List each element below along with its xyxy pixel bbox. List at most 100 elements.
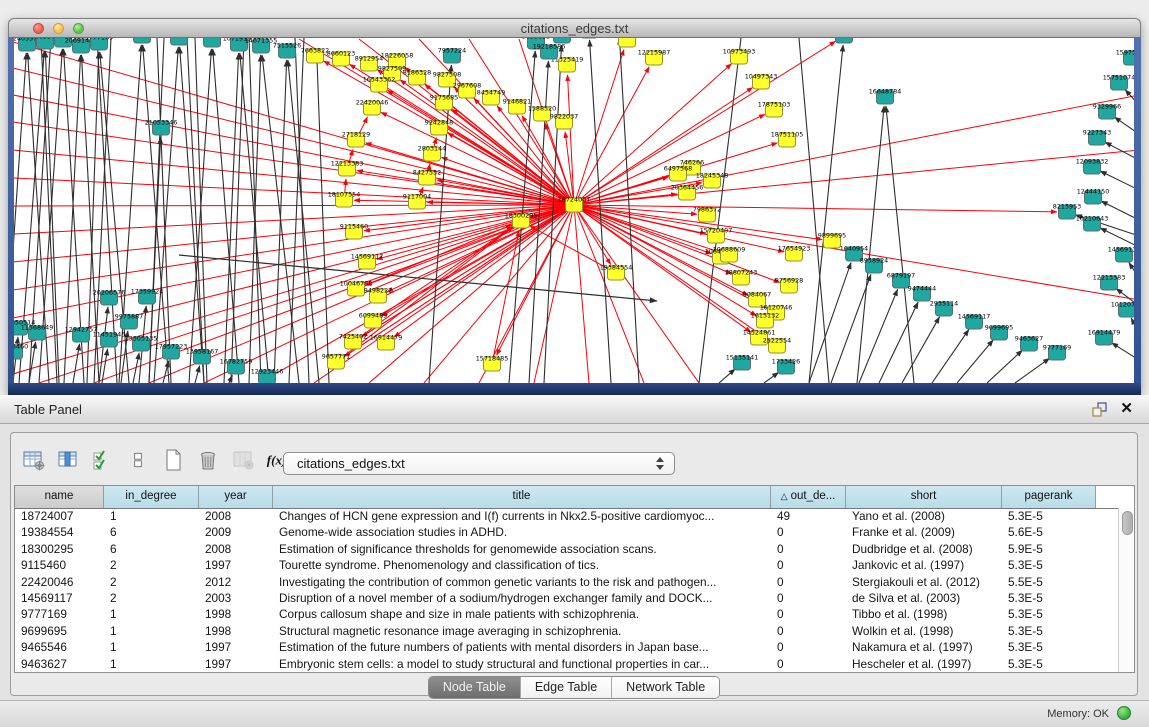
column-header-pagerank[interactable]: pagerank	[1002, 486, 1096, 508]
table-row[interactable]: 1872400712008Changes of HCN gene express…	[15, 508, 1118, 524]
cell-short: Stergiakouli et al. (2012)	[846, 574, 1002, 590]
graph-node-label: 9329966	[1093, 103, 1121, 111]
new-table-icon[interactable]	[159, 446, 187, 474]
memory-indicator-icon[interactable]	[1117, 706, 1131, 720]
cell-year: 1997	[199, 557, 273, 573]
cell-in_degree: 6	[104, 524, 199, 540]
graph-node-label: 18724007	[558, 196, 591, 204]
cell-short: Tibbo et al. (1998)	[846, 606, 1002, 622]
graph-node-label: 11254393	[611, 38, 644, 39]
graph-node-label: 14569117	[351, 253, 384, 261]
table-row[interactable]: 946362711997Embryonic stem cells: a mode…	[15, 656, 1118, 672]
graph-node-label: 2803144	[418, 145, 446, 153]
tab-network-table[interactable]: Network Table	[612, 677, 719, 698]
graph-node-label: 7515526	[273, 42, 301, 50]
graph-node[interactable]	[171, 38, 188, 45]
table-panel-header: Table Panel ✕	[0, 395, 1149, 424]
table-row[interactable]: 946554611997Estimation of the future num…	[15, 639, 1118, 655]
graph-node[interactable]	[619, 38, 636, 47]
cell-in_degree: 1	[104, 606, 199, 622]
graph-node-label: 7957224	[438, 47, 466, 55]
close-panel-icon[interactable]: ✕	[1120, 399, 1133, 417]
table-row[interactable]: 1938455462009Genome-wide association stu…	[15, 524, 1118, 540]
table-row[interactable]: 911546021997Tourette syndrome. Phenomeno…	[15, 557, 1118, 573]
column-header-year[interactable]: year	[199, 486, 273, 508]
graph-node[interactable]	[134, 38, 151, 43]
graph-node-label: 14569117	[1108, 246, 1134, 254]
graph-node-label: 12093832	[1076, 158, 1109, 166]
graph-node-label: 8958924	[860, 257, 888, 265]
window-bottom-bar	[8, 383, 1141, 395]
graph-node-label: 9084067	[743, 291, 771, 299]
row-height-icon[interactable]	[124, 446, 152, 474]
graph-node-label: 2522554	[763, 337, 791, 345]
graph-node-label: 16543362	[363, 76, 396, 84]
graph-node-label: 15975432	[1116, 49, 1134, 57]
graph-node-label: 12942757	[65, 326, 98, 334]
float-window-icon[interactable]	[1091, 401, 1107, 417]
cell-year: 2009	[199, 524, 273, 540]
cell-short: Nakamura et al. (1997)	[846, 639, 1002, 655]
table-row[interactable]: 969969511998Structural magnetic resonanc…	[15, 623, 1118, 639]
scrollbar-thumb[interactable]	[1122, 511, 1133, 535]
graph-node-label: 15718485	[476, 355, 509, 363]
graph-node[interactable]	[554, 38, 571, 43]
column-header-in_degree[interactable]: in_degree	[104, 486, 199, 508]
select-columns-icon[interactable]	[89, 446, 117, 474]
graph-node-label: 9822037	[550, 113, 578, 121]
cell-year: 1998	[199, 606, 273, 622]
table-options-icon[interactable]	[19, 446, 47, 474]
cell-name: 9777169	[15, 606, 104, 622]
cell-title: Estimation of the future numbers of pati…	[273, 639, 771, 655]
cell-pagerank: 5.9E-5	[1002, 541, 1096, 557]
cell-out_degree: 0	[771, 590, 846, 606]
window-title: citations_edges.txt	[9, 21, 1140, 36]
column-header-title[interactable]: title	[273, 486, 771, 508]
graph-node-label: 9227343	[1083, 129, 1111, 137]
graph-node-label: 9657771	[322, 353, 350, 361]
graph-node-label: 9756928	[775, 277, 803, 285]
delete-table-icon[interactable]	[194, 446, 222, 474]
cell-pagerank: 5.3E-5	[1002, 656, 1096, 672]
graph-node-label: 8427552	[413, 169, 441, 177]
show-columns-icon[interactable]	[54, 446, 82, 474]
cell-title: Estimation of significance thresholds fo…	[273, 541, 771, 557]
tab-edge-table[interactable]: Edge Table	[521, 677, 612, 698]
column-header-name[interactable]: name	[15, 486, 104, 508]
cell-title: Investigating the contribution of common…	[273, 574, 771, 590]
network-canvas[interactable]: 1872400786601237663822891295418226058982…	[14, 38, 1134, 383]
graph-node-label: 17654923	[778, 245, 811, 253]
graph-node-label: 12444150	[1077, 188, 1110, 196]
table-toolbar: f(x)	[19, 443, 292, 477]
cell-out_degree: 0	[771, 639, 846, 655]
graph-node-label: 19384554	[600, 264, 633, 272]
cell-out_degree: 0	[771, 574, 846, 590]
graph-node-label: 8186328	[403, 69, 431, 77]
graph-node-label: 10120746	[760, 304, 793, 312]
graph-node-label: 12213383	[1093, 274, 1126, 282]
table-row[interactable]: 1830029562008Estimation of significance …	[15, 541, 1118, 557]
tab-node-table[interactable]: Node Table	[429, 677, 521, 698]
table-selector-dropdown[interactable]: citations_edges.txt	[283, 452, 675, 475]
graph-node[interactable]	[204, 38, 221, 47]
network-view: 1872400786601237663822891295418226058982…	[8, 38, 1141, 383]
graph-node-label: 9777169	[85, 38, 113, 42]
vertical-scrollbar[interactable]	[1118, 508, 1134, 672]
graph-node-label: 17875103	[758, 101, 791, 109]
cell-short: Dudbridge et al. (2008)	[846, 541, 1002, 557]
cell-name: 9463627	[15, 656, 104, 672]
graph-node[interactable]	[836, 38, 853, 43]
table-row[interactable]: 977716911998Corpus callosum shape and si…	[15, 606, 1118, 622]
window-titlebar[interactable]: citations_edges.txt	[8, 18, 1141, 38]
cell-pagerank: 5.3E-5	[1002, 623, 1096, 639]
cell-out_degree: 0	[771, 656, 846, 672]
table-row[interactable]: 2242004622012Investigating the contribut…	[15, 574, 1118, 590]
table-row[interactable]: 1456911722003Disruption of a novel membe…	[15, 590, 1118, 606]
column-header-short[interactable]: short	[846, 486, 1002, 508]
graph-node-label: 18751105	[771, 131, 804, 139]
column-header-out_degree[interactable]: △out_de...	[771, 486, 846, 508]
table-header-row: namein_degreeyeartitle△out_de...shortpag…	[15, 486, 1134, 509]
table-panel-container: f(x) citations_edges.txt namein_degreeye…	[10, 432, 1138, 696]
cell-year: 2012	[199, 574, 273, 590]
graph-node-label: 19218586	[533, 43, 566, 51]
